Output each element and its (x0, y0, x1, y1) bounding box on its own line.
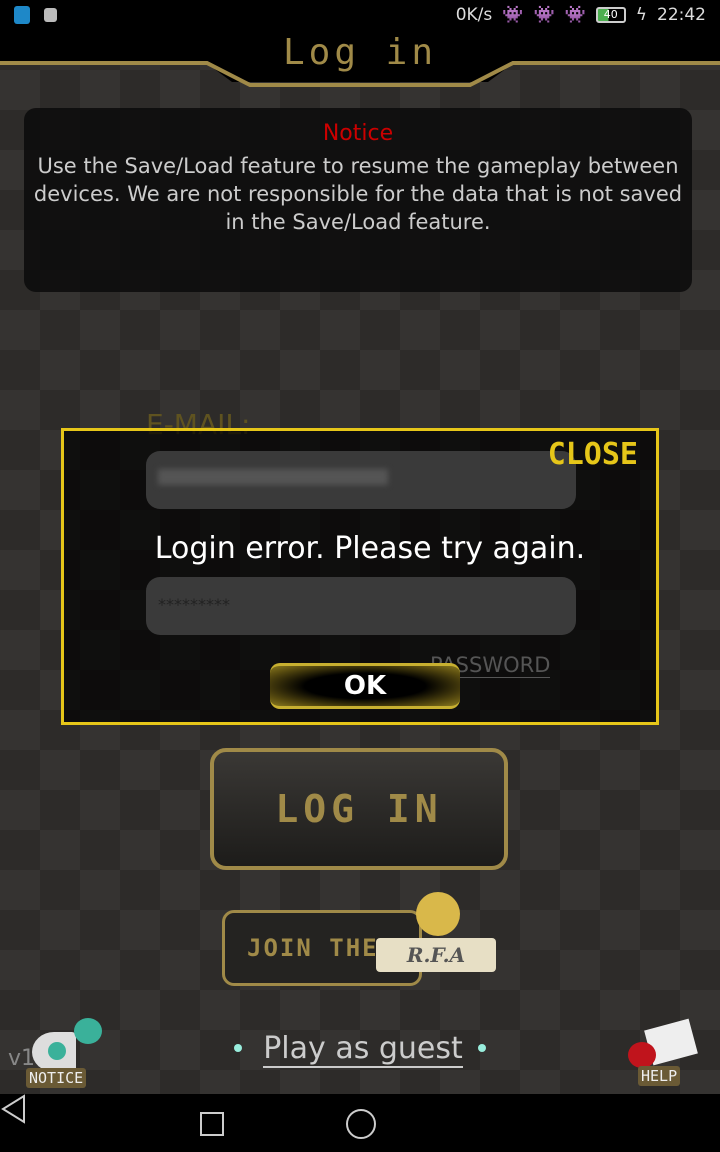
rfa-ribbon: R.F.A (376, 938, 496, 972)
notice-panel: Notice Use the Save/Load feature to resu… (24, 108, 692, 292)
notice-title: Notice (322, 121, 394, 146)
email-field[interactable] (146, 451, 576, 509)
game-notification-icon: 👾 (502, 5, 524, 25)
notice-button[interactable]: NOTICE (24, 1018, 104, 1090)
error-message: Login error. Please try again. (154, 531, 586, 566)
game-screen: Log in Notice Use the Save/Load feature … (0, 30, 720, 1094)
status-bar: 0K/s 👾 👾 👾 40 ϟ 22:42 (0, 0, 720, 30)
game-notification-icon: 👾 (564, 5, 586, 25)
notice-body: Use the Save/Load feature to resume the … (33, 154, 683, 234)
home-button[interactable] (346, 1109, 376, 1139)
charging-icon: ϟ (635, 5, 647, 25)
android-nav-bar (0, 1094, 720, 1152)
battery-level: 40 (603, 8, 618, 21)
battery-icon: 40 (595, 7, 626, 23)
help-label: HELP (638, 1066, 681, 1086)
login-button[interactable]: LOG IN (210, 748, 508, 870)
clock: 22:42 (657, 5, 706, 25)
password-field[interactable]: ********* (146, 577, 576, 635)
game-notification-icon: 👾 (533, 5, 555, 25)
smiley-icon (416, 892, 460, 936)
cherry-icon (628, 1042, 656, 1068)
page-title: Log in (282, 32, 438, 73)
close-button[interactable]: CLOSE (548, 437, 638, 472)
app-icon (14, 6, 30, 24)
back-button[interactable] (0, 1094, 28, 1124)
ok-button[interactable]: OK (270, 663, 460, 709)
recents-button[interactable] (200, 1112, 224, 1136)
header: Log in (0, 30, 720, 87)
rfa-badge[interactable]: R.F.A (376, 892, 496, 992)
play-as-guest-link[interactable]: Play as guest (238, 1018, 488, 1088)
play-as-guest-label: Play as guest (263, 1031, 463, 1068)
decor-dot (478, 1044, 486, 1052)
megaphone-icon (32, 1032, 76, 1072)
error-dialog: CLOSE Login error. Please try again. ***… (61, 428, 659, 725)
notice-label: NOTICE (26, 1068, 87, 1088)
footer: v1 a NOTICE Play as guest HELP (0, 1018, 720, 1094)
email-value-redacted (158, 469, 388, 485)
network-speed: 0K/s (455, 5, 493, 25)
notification-icon (44, 8, 57, 22)
help-button[interactable]: HELP (624, 1018, 698, 1088)
chart-bubble-icon (74, 1018, 102, 1044)
